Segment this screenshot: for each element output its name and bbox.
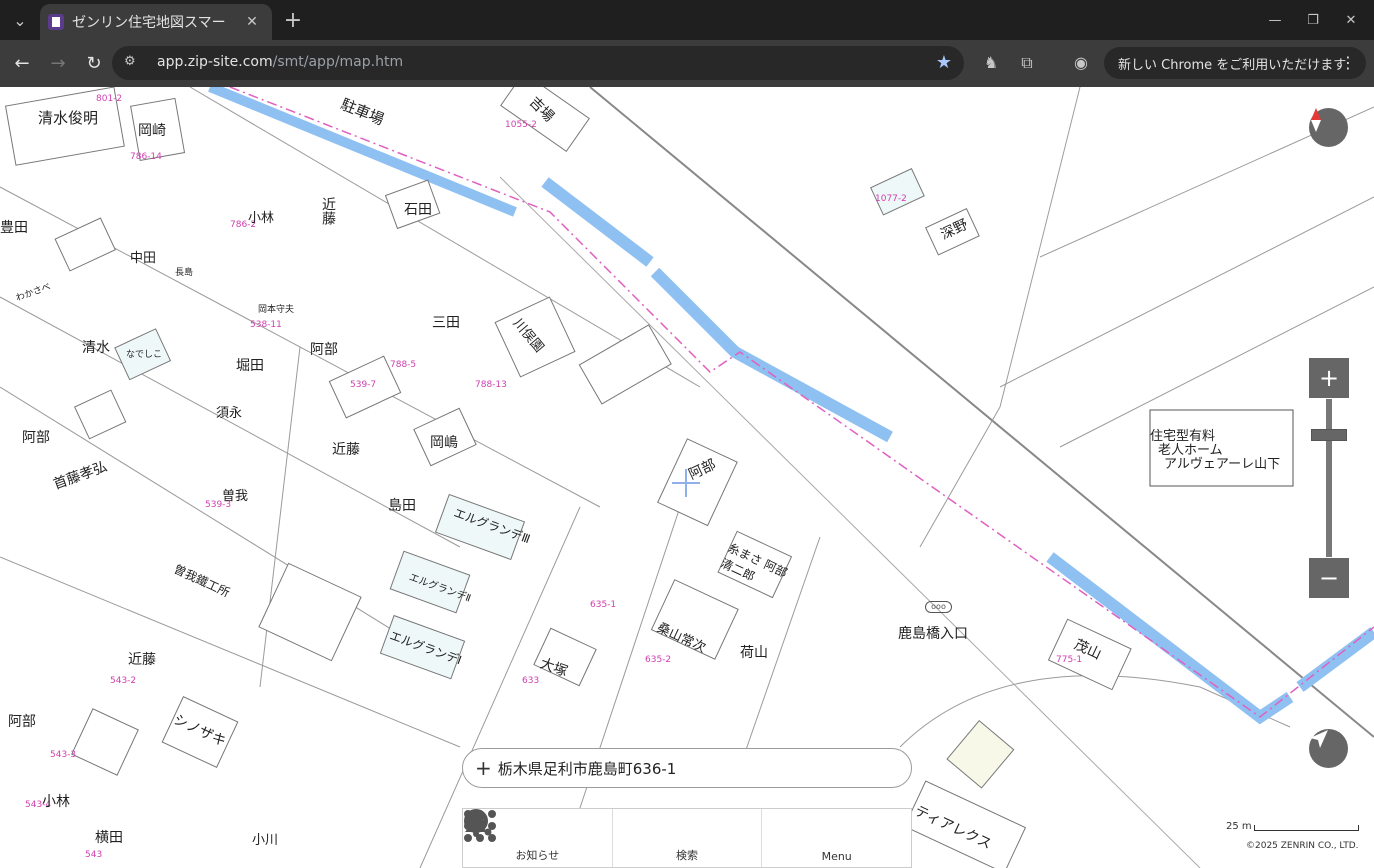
close-icon[interactable]: ✕ (242, 14, 262, 30)
chevron-down-icon: ⌄ (13, 10, 27, 30)
menu-label: Menu (821, 850, 852, 863)
map-label: 近藤 (128, 652, 156, 668)
back-button[interactable]: ← (8, 49, 36, 77)
profile-icon[interactable]: ◉ (1070, 53, 1092, 75)
zoom-slider-handle[interactable] (1311, 429, 1347, 441)
map-viewport[interactable]: 801-2 786-14 1055-2 786-2 788-5 788-13 538-… (0, 87, 1374, 868)
tab-bar: ⌄ ゼンリン住宅地図スマー ✕ + — ❐ ✕ (0, 0, 1374, 40)
reload-button[interactable]: ↻ (80, 49, 108, 77)
bottom-menu: お知らせ 検索 Menu (462, 808, 912, 868)
bus-stop-icon[interactable]: ooo (925, 601, 952, 613)
bookmark-star-icon[interactable]: ★ (936, 52, 952, 73)
map-label: 豊田 (0, 220, 28, 236)
tab-search-button[interactable]: ⌄ (6, 6, 34, 34)
forward-button[interactable]: → (44, 49, 72, 77)
plus-icon: + (1318, 364, 1340, 392)
arrow-right-icon: → (50, 52, 66, 74)
minimize-button[interactable]: — (1262, 6, 1288, 34)
map-label: 駐車場 (338, 95, 387, 129)
url-text: app.zip-site.com/smt/app/map.htm (157, 54, 404, 70)
map-label: 堀田 (236, 358, 264, 374)
zoom-in-button[interactable]: + (1309, 358, 1349, 398)
map-label: 島田 (388, 498, 416, 514)
address-bar[interactable]: ⚙ app.zip-site.com/smt/app/map.htm ★ (112, 46, 964, 80)
tab-title: ゼンリン住宅地図スマー (72, 15, 226, 31)
grid-dots-icon (464, 810, 496, 842)
map-label: 茂山 (1071, 636, 1104, 664)
map-label: 岡崎 (138, 123, 166, 139)
search-button[interactable]: 検索 (464, 809, 763, 867)
map-label: エルグランデⅢ (451, 505, 533, 547)
kebab-menu-icon[interactable]: ⋮ (1340, 53, 1356, 72)
map-label: エルグランデⅠ (387, 628, 464, 668)
map-label: 大塚 (537, 655, 570, 681)
menu-button[interactable]: Menu (464, 809, 911, 867)
map-label: 中田 (130, 251, 157, 266)
map-label: 深野 (938, 216, 971, 244)
map-label: わかさべ (14, 282, 53, 304)
scale-label: 25 m (1226, 821, 1252, 832)
map-label: 近藤 (332, 442, 360, 458)
restore-button[interactable]: ❐ (1300, 6, 1326, 34)
map-label: なでしこ (126, 350, 163, 360)
reload-icon: ↻ (86, 52, 102, 74)
address-text: 栃木県足利市鹿島町636-1 (497, 759, 677, 778)
arrow-left-icon: ← (14, 52, 30, 74)
map-label: 阿部 (310, 342, 338, 358)
map-label: 三田 (432, 315, 460, 331)
extension-icon[interactable]: ♞ (980, 53, 1002, 75)
map-label: エルグランデⅡ (407, 572, 473, 605)
new-tab-button[interactable]: + (280, 6, 306, 34)
map-label: 曽我鐵工所 (171, 561, 232, 600)
browser-toolbar: ← → ↻ ⚙ app.zip-site.com/smt/app/map.htm… (0, 40, 1374, 87)
address-search-bar[interactable]: + 栃木県足利市鹿島町636-1 (462, 748, 912, 788)
map-label: 岡本守夫 (258, 305, 295, 315)
crosshair-plus-icon: + (475, 756, 492, 780)
compass-icon (1311, 108, 1321, 132)
map-label: 桑山常次 (654, 620, 708, 657)
map-label: 首藤孝弘 (51, 458, 110, 494)
map-label: 阿部 (8, 714, 36, 730)
scale-bar (1254, 825, 1359, 831)
compass-button[interactable] (1309, 108, 1348, 147)
search-label: 検索 (676, 849, 698, 862)
map-label: ティアレクス (912, 803, 994, 853)
map-label: 岡嶋 (430, 435, 458, 451)
map-label: 横田 (95, 830, 123, 846)
map-label: 小林 (248, 211, 275, 226)
window-close-button[interactable]: ✕ (1338, 6, 1364, 34)
site-favicon-icon (48, 14, 64, 30)
navigation-arrow-icon (1310, 730, 1328, 748)
site-info-icon[interactable]: ⚙ (124, 54, 142, 72)
map-label: 清水 (82, 340, 110, 356)
puzzle-extensions-icon[interactable]: ⧉ (1016, 53, 1038, 75)
crosshair-marker-icon (672, 469, 700, 497)
map-label: 小林 (42, 794, 70, 810)
copyright-text: ©2025 ZENRIN CO., LTD. (1246, 841, 1359, 851)
map-label: 川俣園 (509, 316, 547, 356)
minus-icon: − (1318, 564, 1340, 592)
map-label: シノザキ (170, 711, 229, 750)
active-tab[interactable]: ゼンリン住宅地図スマー ✕ (40, 4, 272, 40)
facility-name: アルヴェアーレ山下 (1164, 457, 1281, 472)
map-label: 吉場 (525, 94, 557, 126)
map-label: 清水俊明 (38, 109, 99, 127)
map-label: 糸まさ 阿部清二郎 (718, 540, 790, 584)
map-label: 阿部 (22, 430, 50, 446)
notice-label: お知らせ (515, 849, 560, 862)
zoom-out-button[interactable]: − (1309, 558, 1349, 598)
chrome-update-button[interactable]: 新しい Chrome をご利用いただけます ⋮ (1104, 47, 1366, 79)
map-label: 小川 (252, 833, 279, 848)
map-label: 須永 (216, 406, 243, 421)
station-name: 鹿島橋入口 (898, 626, 968, 642)
map-label: 近藤 (320, 197, 336, 225)
update-message: 新しい Chrome をご利用いただけます (1118, 57, 1347, 73)
zoom-slider-track[interactable] (1326, 399, 1332, 557)
map-label: 長島 (175, 268, 194, 278)
map-label: 石田 (404, 202, 432, 218)
map-label: 荷山 (740, 645, 768, 661)
map-label: 曽我 (222, 489, 249, 504)
current-location-button[interactable] (1309, 729, 1348, 768)
